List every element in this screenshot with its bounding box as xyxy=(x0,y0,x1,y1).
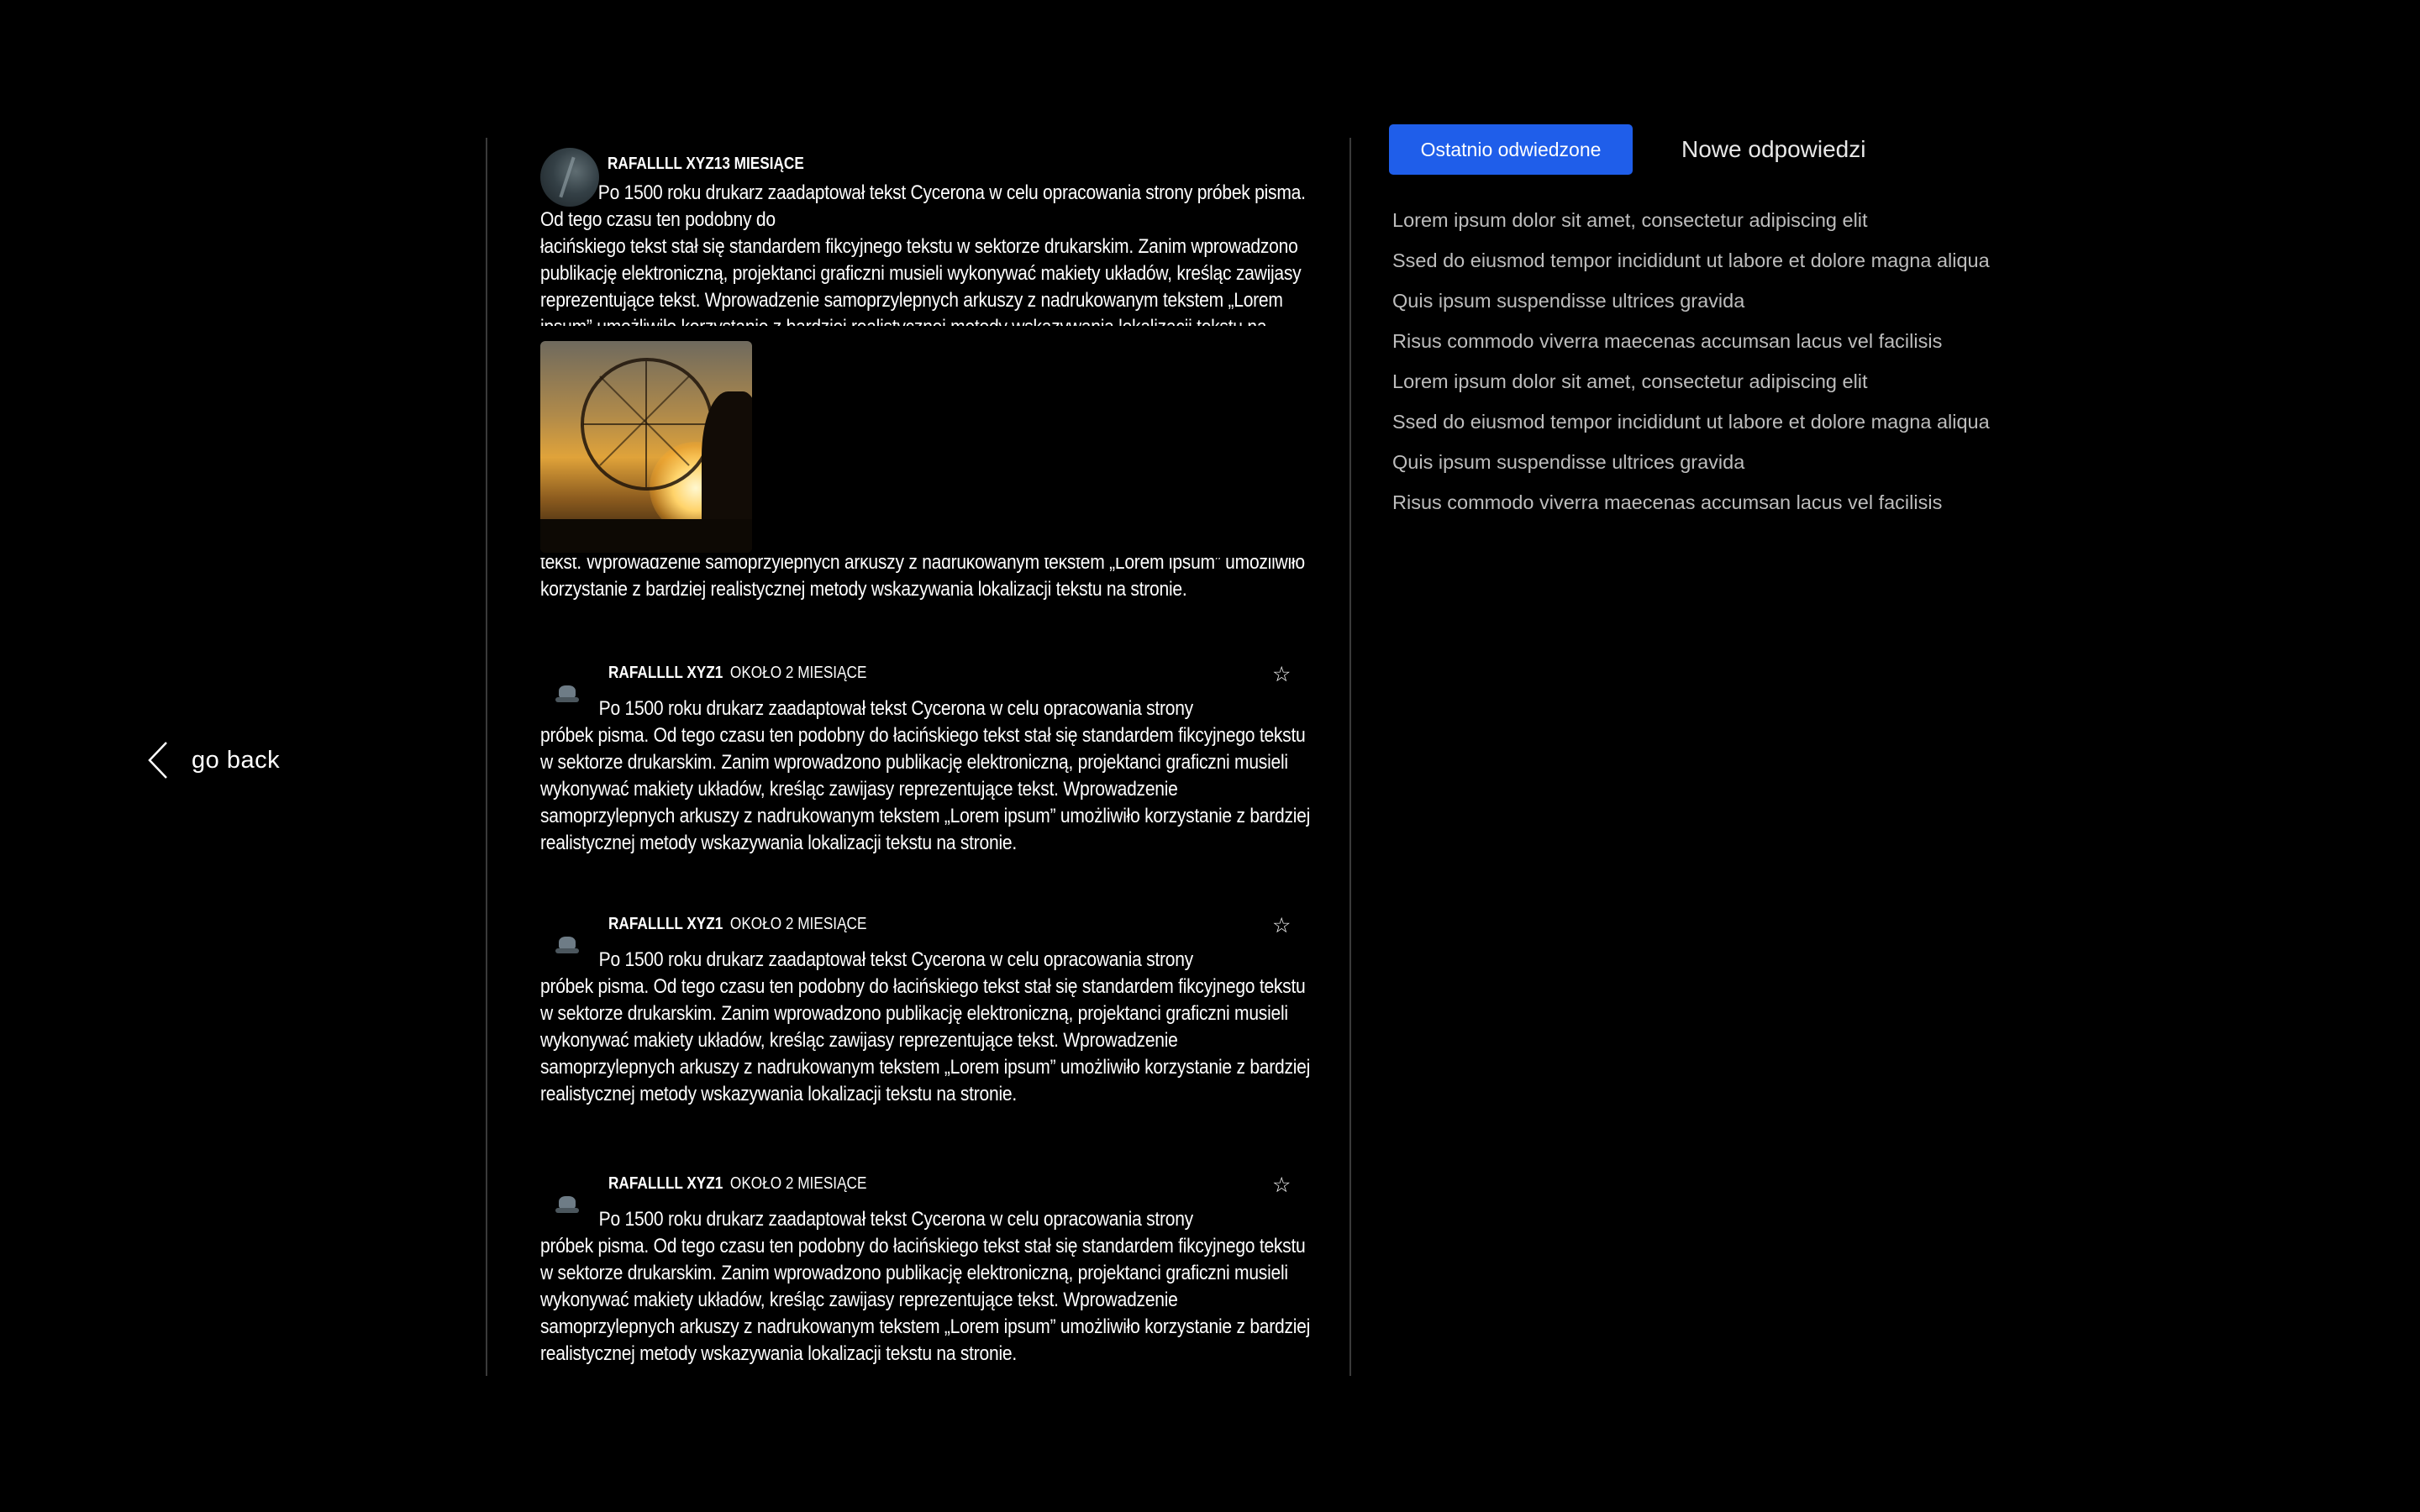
post-body-rest: próbek pisma. Od tego czasu ten podobny … xyxy=(540,724,1311,854)
go-back-label: go back xyxy=(192,746,281,774)
list-item[interactable]: Lorem ipsum dolor sit amet, consectetur … xyxy=(1392,366,1990,407)
list-item[interactable]: Ssed do eiusmod tempor incididunt ut lab… xyxy=(1392,407,1990,447)
first-post: RAFALLLL XYZ13 MIESIĄCE Po 1500 roku dru… xyxy=(540,143,1349,326)
post-body-rest: próbek pisma. Od tego czasu ten podobny … xyxy=(540,975,1311,1105)
post-body-rest: próbek pisma. Od tego czasu ten podobny … xyxy=(540,1235,1311,1365)
star-icon[interactable]: ☆ xyxy=(1272,1173,1291,1197)
post-author[interactable]: RAFALLLL XYZ13 MIESIĄCE xyxy=(608,155,804,174)
partial-post-body: tekst. Wprowadzenie samoprzylepnych arku… xyxy=(540,558,1305,601)
star-icon[interactable]: ☆ xyxy=(1272,662,1291,686)
post-body: Po 1500 roku drukarz zaadaptował tekst C… xyxy=(540,180,1313,326)
sidebar-tabs: Ostatnio odwiedzone Nowe odpowiedzi xyxy=(1389,124,1865,175)
post-body: Po 1500 roku drukarz zaadaptował tekst C… xyxy=(540,947,1313,1108)
post-meta: RAFALLLL XYZ1 OKOŁO 2 MIESIĄCE xyxy=(608,664,866,683)
post-body-line1: Po 1500 roku drukarz zaadaptował tekst C… xyxy=(540,181,1306,231)
post-body-first: Po 1500 roku drukarz zaadaptował tekst C… xyxy=(598,1208,1194,1231)
comment-feed[interactable]: RAFALLLL XYZ13 MIESIĄCE Po 1500 roku dru… xyxy=(487,138,1349,1376)
post-author[interactable]: RAFALLLL XYZ1 xyxy=(608,915,723,933)
recent-list: Lorem ipsum dolor sit amet, consectetur … xyxy=(1392,205,1990,528)
list-item[interactable]: Risus commodo viverra maecenas accumsan … xyxy=(1392,326,1990,366)
ferris-wheel-sunset-photo[interactable] xyxy=(540,341,752,553)
post-body: Po 1500 roku drukarz zaadaptował tekst C… xyxy=(540,696,1313,857)
post-body: Po 1500 roku drukarz zaadaptował tekst C… xyxy=(540,1206,1313,1368)
post-author[interactable]: RAFALLLL XYZ1 xyxy=(608,664,723,682)
post-time: OKOŁO 2 MIESIĄCE xyxy=(729,915,867,933)
star-icon[interactable]: ☆ xyxy=(1272,913,1291,937)
post-author[interactable]: RAFALLLL XYZ1 xyxy=(608,1174,723,1193)
partial-post-text: tekst. Wprowadzenie samoprzylepnych arku… xyxy=(540,558,1349,643)
post-meta: RAFALLLL XYZ1 OKOŁO 2 MIESIĄCE xyxy=(608,915,866,934)
post-time: OKOŁO 2 MIESIĄCE xyxy=(729,1174,867,1193)
list-item[interactable]: Risus commodo viverra maecenas accumsan … xyxy=(1392,487,1990,528)
post-meta: RAFALLLL XYZ1 OKOŁO 2 MIESIĄCE xyxy=(608,1174,866,1194)
tab-new-replies[interactable]: Nowe odpowiedzi xyxy=(1681,136,1865,163)
feed-divider-right xyxy=(1349,138,1351,1376)
post-body-first: Po 1500 roku drukarz zaadaptował tekst C… xyxy=(598,948,1194,971)
list-item[interactable]: Ssed do eiusmod tempor incididunt ut lab… xyxy=(1392,245,1990,286)
tab-recently-visited[interactable]: Ostatnio odwiedzone xyxy=(1389,124,1633,175)
list-item[interactable]: Quis ipsum suspendisse ultrices gravida xyxy=(1392,286,1990,326)
chevron-left-icon xyxy=(148,742,167,779)
go-back-button[interactable]: go back xyxy=(143,735,280,785)
post-body-first: Po 1500 roku drukarz zaadaptował tekst C… xyxy=(598,697,1194,720)
list-item[interactable]: Quis ipsum suspendisse ultrices gravida xyxy=(1392,447,1990,487)
post-body-rest: łacińskiego tekst stał się standardem fi… xyxy=(540,235,1302,326)
post-time: OKOŁO 2 MIESIĄCE xyxy=(729,664,867,682)
list-item[interactable]: Lorem ipsum dolor sit amet, consectetur … xyxy=(1392,205,1990,245)
